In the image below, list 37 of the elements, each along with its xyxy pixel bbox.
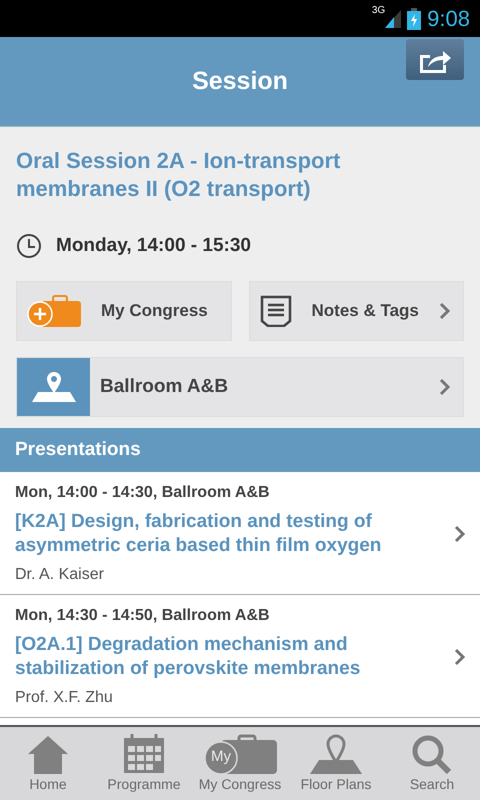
chevron-icon bbox=[454, 525, 466, 543]
presentation-time: Mon, 14:00 - 14:30, Ballroom A&B bbox=[15, 484, 271, 502]
section-header: Presentations bbox=[0, 428, 480, 472]
battery-icon bbox=[407, 8, 422, 30]
screen-title: Session bbox=[192, 67, 288, 96]
chevron-icon bbox=[439, 378, 451, 396]
briefcase-plus-icon bbox=[27, 295, 81, 327]
chevron-icon bbox=[439, 302, 451, 320]
tab-button[interactable]: Home bbox=[0, 727, 96, 800]
calendar-icon bbox=[123, 734, 165, 774]
session-time: Monday, 14:00 - 15:30 bbox=[56, 235, 252, 257]
map-pin-icon bbox=[309, 734, 363, 774]
chevron-icon bbox=[454, 648, 466, 666]
presentation-title: [O2A.1] Degradation mechanism and stabilization of perovskite membranes bbox=[15, 633, 362, 681]
tab-button[interactable]: Floor Plans bbox=[288, 727, 384, 800]
briefcase-icon bbox=[203, 734, 277, 774]
signal-icon bbox=[385, 10, 402, 28]
presentation-time: Mon, 14:30 - 14:50, Ballroom A&B bbox=[15, 607, 271, 625]
share-button[interactable] bbox=[406, 39, 464, 80]
speaker-name: Dr. A. Kaiser bbox=[15, 566, 105, 584]
home-icon bbox=[26, 734, 70, 774]
session-title: Oral Session 2A - Ion-transport membranes II (O2 transport) bbox=[16, 147, 342, 203]
note-icon bbox=[260, 295, 292, 327]
clock-icon bbox=[16, 233, 42, 259]
clock: 9:08 bbox=[427, 6, 470, 32]
map-pin-icon bbox=[17, 358, 90, 416]
tab-button[interactable]: My My Congress bbox=[192, 727, 288, 800]
search-icon bbox=[411, 734, 453, 774]
badge-label: My bbox=[210, 748, 232, 765]
tab-button[interactable]: Programme bbox=[96, 727, 192, 800]
speaker-name: Prof. X.F. Zhu bbox=[15, 689, 114, 707]
presentation-title: [K2A] Design, fabrication and testing of asymmetric ceria based thin film oxygen bbox=[15, 510, 382, 558]
network-label: 3G bbox=[372, 5, 386, 16]
tab-button[interactable]: Search bbox=[384, 727, 480, 800]
notes-button[interactable]: Notes & Tags bbox=[248, 281, 464, 341]
my-congress-button[interactable]: My Congress bbox=[16, 281, 232, 341]
room-button[interactable]: Ballroom A&B bbox=[16, 357, 464, 417]
